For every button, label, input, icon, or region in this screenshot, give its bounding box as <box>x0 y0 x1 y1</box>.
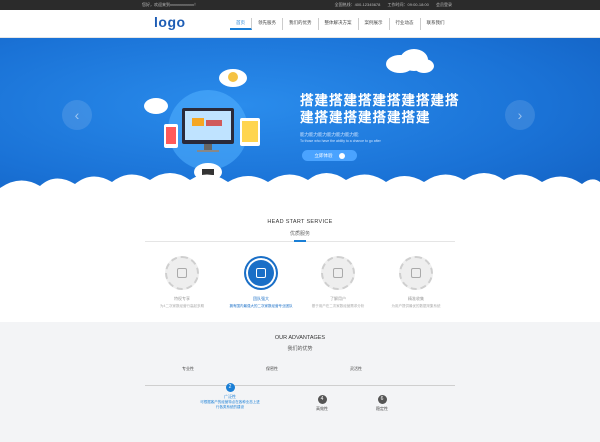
banner-cta-button[interactable]: 立即体验 <box>302 150 357 161</box>
banner-prev-button[interactable]: ‹ <box>62 100 92 130</box>
hotline-text: 全国热线：400-12345678 <box>334 2 381 7</box>
step-number: 6 <box>377 395 387 404</box>
cloud-divider <box>0 173 600 206</box>
service-name: 精准收集 <box>408 296 424 301</box>
banner-subtitle-en: To those who have the ability to a chanc… <box>300 139 381 143</box>
nav-cases[interactable]: 案例展示 <box>359 18 390 30</box>
site-header: logo 首页 领先服务 我们的优势 整体解决方案 案例展示 行业动态 联系我们 <box>0 10 600 38</box>
step-desc: 可根据客户的经营特点在各种业态上进行各类系统的建设 <box>200 400 260 409</box>
nav-home[interactable]: 首页 <box>230 18 252 30</box>
service-desc: 为4二次家数经营行高起多期 <box>160 304 204 308</box>
divider-highlight <box>294 240 306 242</box>
step-number: 4 <box>317 395 327 404</box>
service-name: 特权专享 <box>174 296 190 301</box>
step-label: 灵活性 <box>350 366 362 371</box>
service-name: 了解用户 <box>330 296 346 301</box>
service-item[interactable]: 精准收集 为用户提供最优的数据采集系统 <box>376 256 456 309</box>
timeline-step[interactable]: 保密性 <box>242 366 302 372</box>
step-number: 2 <box>225 383 235 392</box>
top-bar: 您好，欢迎来到xxxxxxxxxxxx！ 全国热线：400-12345678 工… <box>0 0 600 10</box>
timeline-step[interactable]: 6 稳定性 <box>352 393 412 412</box>
services-subtitle: 优质服务 <box>289 231 310 237</box>
nav-news[interactable]: 行业动态 <box>390 18 421 30</box>
services-title: HEAD START SERVICE <box>267 219 333 225</box>
nav-advantages[interactable]: 我们的优势 <box>283 18 319 30</box>
timeline-line <box>145 385 455 386</box>
site-logo[interactable]: logo <box>154 14 186 30</box>
step-label: 稳定性 <box>376 406 388 411</box>
service-desc: 基于用户在二次家数经营需求分析 <box>311 304 365 308</box>
service-desc: 为用户提供最优的数据采集系统 <box>391 304 441 308</box>
cloud-icon <box>386 49 434 73</box>
hours-text: 工作时间：09:00-18:00 <box>387 2 429 7</box>
nav-contact[interactable]: 联系我们 <box>421 18 451 30</box>
advantages-subtitle: 我们的优势 <box>287 346 313 352</box>
advantages-title: OUR ADVANTAGES <box>274 335 326 341</box>
timeline-step[interactable]: 4 高效性 <box>292 393 352 412</box>
timeline-step[interactable]: 2 广泛性 可根据客户的经营特点在各种业态上进行各类系统的建设 <box>200 381 260 410</box>
banner-next-button[interactable]: › <box>505 100 535 130</box>
nav-services[interactable]: 领先服务 <box>252 18 283 30</box>
hero-banner: ‹ › 搭建搭建搭建搭建搭建搭建搭建搭建搭建搭建 能力能力能力能力能力能力能 T… <box>0 38 600 206</box>
nav-solutions[interactable]: 整体解决方案 <box>319 18 359 30</box>
welcome-text: 您好，欢迎来到xxxxxxxxxxxx！ <box>142 2 198 7</box>
user-icon <box>321 256 355 290</box>
document-icon <box>165 256 199 290</box>
login-link[interactable]: 会员登录 <box>436 2 452 7</box>
timeline-step[interactable]: 灵活性 <box>326 366 386 372</box>
step-label: 保密性 <box>266 366 278 371</box>
step-label: 专业性 <box>182 366 194 371</box>
collect-icon <box>399 256 433 290</box>
service-item[interactable]: 了解用户 基于用户在二次家数经营需求分析 <box>298 256 378 309</box>
service-item[interactable]: 特权专享 为4二次家数经营行高起多期 <box>142 256 222 309</box>
banner-subtitle: 能力能力能力能力能力能力能 <box>300 132 359 137</box>
banner-headline: 搭建搭建搭建搭建搭建搭建搭建搭建搭建搭建 <box>300 93 460 125</box>
service-name: 团队强大 <box>253 296 269 301</box>
banner-cta-label: 立即体验 <box>314 153 333 158</box>
timeline-step[interactable]: 专业性 <box>158 366 218 372</box>
service-desc: 拥有国内最强大的二次家数经营专业团队 <box>229 304 293 308</box>
service-item[interactable]: 团队强大 拥有国内最强大的二次家数经营专业团队 <box>221 256 301 309</box>
main-nav: 首页 领先服务 我们的优势 整体解决方案 案例展示 行业动态 联系我们 <box>230 18 451 30</box>
step-label: 高效性 <box>316 406 328 411</box>
team-icon <box>244 256 278 290</box>
